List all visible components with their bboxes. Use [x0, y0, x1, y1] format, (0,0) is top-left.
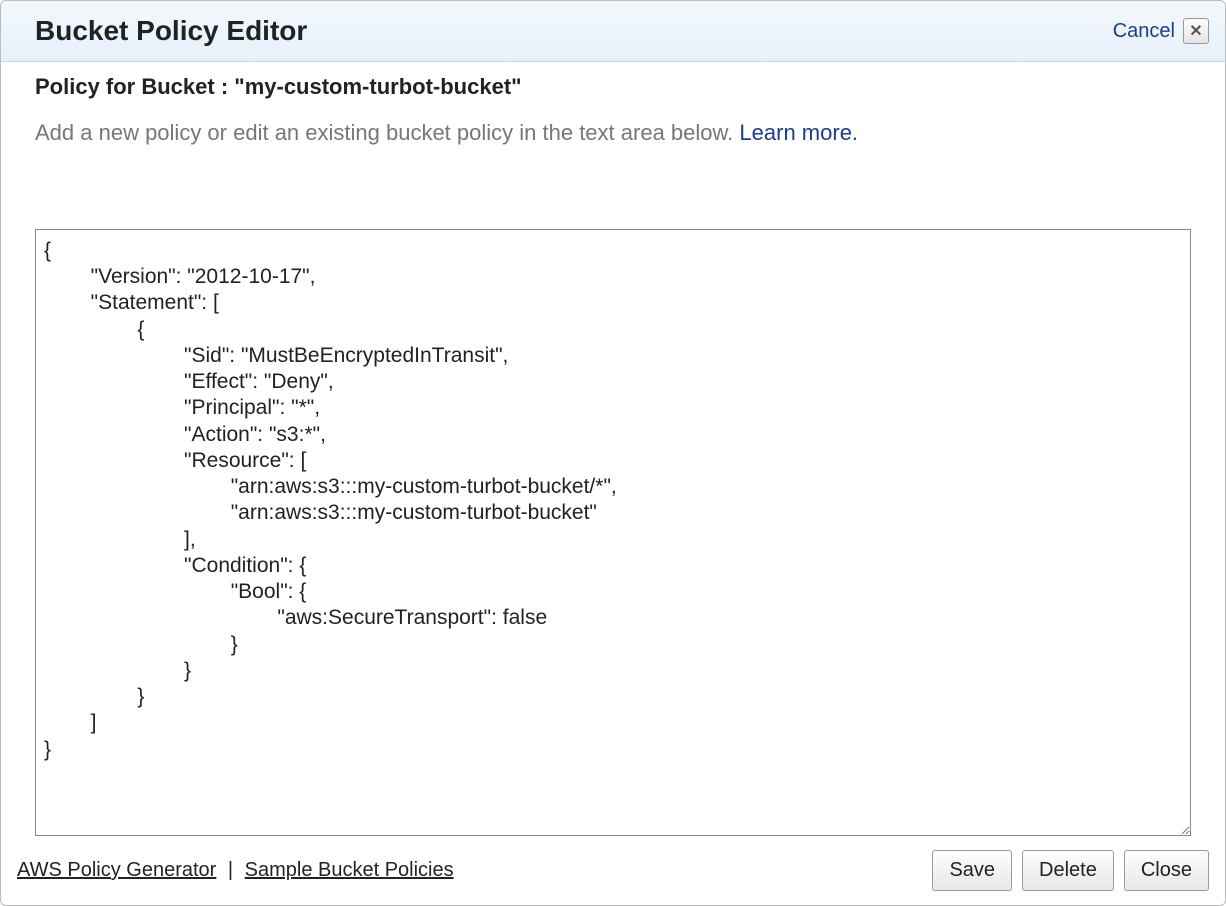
dialog-body: Policy for Bucket : "my-custom-turbot-bu… [1, 62, 1225, 836]
close-button[interactable]: Close [1124, 850, 1209, 891]
dialog-header: Bucket Policy Editor Cancel ✕ [1, 1, 1225, 62]
close-x-button[interactable]: ✕ [1183, 18, 1209, 44]
footer-buttons: Save Delete Close [932, 850, 1209, 891]
close-icon: ✕ [1189, 21, 1202, 41]
description-text: Add a new policy or edit an existing buc… [35, 118, 1191, 149]
policy-for-label: Policy for Bucket : "my-custom-turbot-bu… [35, 74, 1191, 100]
save-button[interactable]: Save [932, 850, 1012, 891]
delete-button[interactable]: Delete [1022, 850, 1114, 891]
dialog-title: Bucket Policy Editor [35, 15, 307, 47]
learn-more-link[interactable]: Learn more. [739, 120, 858, 145]
footer-separator: | [222, 859, 238, 881]
footer-links: AWS Policy Generator | Sample Bucket Pol… [17, 859, 454, 882]
description-label: Add a new policy or edit an existing buc… [35, 120, 739, 145]
bucket-policy-editor-dialog: Bucket Policy Editor Cancel ✕ Policy for… [0, 0, 1226, 906]
sample-bucket-policies-link[interactable]: Sample Bucket Policies [245, 859, 454, 881]
header-actions: Cancel ✕ [1113, 18, 1209, 44]
cancel-link[interactable]: Cancel [1113, 20, 1175, 43]
policy-textarea[interactable] [35, 229, 1191, 836]
aws-policy-generator-link[interactable]: AWS Policy Generator [17, 859, 216, 881]
dialog-footer: AWS Policy Generator | Sample Bucket Pol… [1, 836, 1225, 905]
